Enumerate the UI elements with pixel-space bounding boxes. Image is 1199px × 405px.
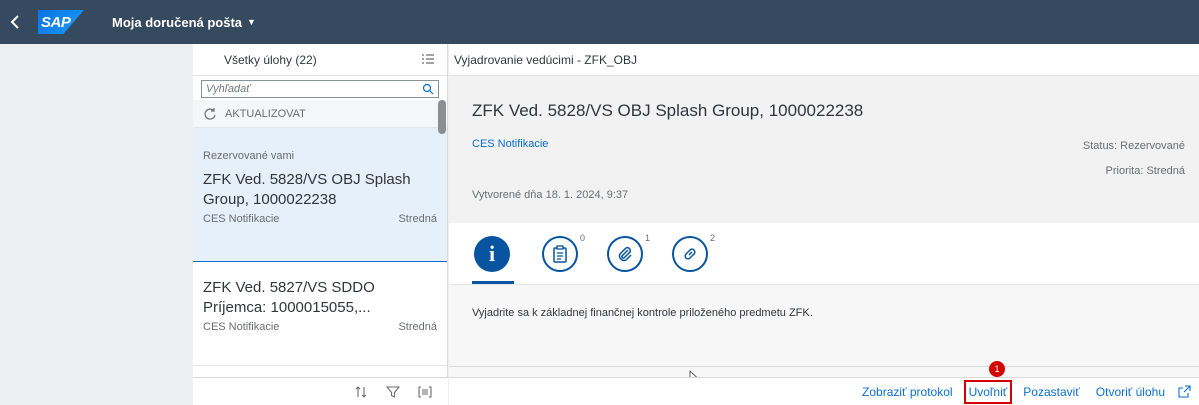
filter-icon[interactable] — [386, 385, 400, 399]
priority-text: Priorita: Stredná — [1105, 165, 1185, 177]
item-title: ZFK Ved. 5828/VS OBJ Splash Group, 10000… — [203, 171, 411, 208]
group-icon[interactable] — [418, 385, 432, 399]
multi-select-icon[interactable] — [421, 53, 435, 67]
icon-tab-bar: i 0 1 2 — [449, 223, 1199, 285]
tab-notes[interactable] — [542, 236, 578, 272]
task-detail-panel: Vyjadrovanie vedúcimi - ZFK_OBJ ZFK Ved.… — [449, 44, 1199, 405]
suspend-button[interactable]: Pozastaviť — [1020, 382, 1083, 402]
task-description: Vyjadrite sa k základnej finančnej kontr… — [472, 307, 813, 319]
list-item[interactable]: Rezervované vami ZFK Ved. 5828/VS OBJ Sp… — [193, 128, 447, 262]
search-placeholder: Vyhľadať — [206, 83, 251, 95]
active-tab-indicator — [472, 281, 514, 284]
tab-attachments[interactable] — [607, 236, 643, 272]
list-item[interactable]: ZFK Ved. 5827/VS SDDO Príjemca: 10000150… — [193, 262, 447, 366]
task-list-header: Všetky úlohy (22) — [193, 44, 447, 76]
task-list-panel: Všetky úlohy (22) Vyhľadať AKTUALIZOVAT … — [193, 44, 448, 405]
release-button[interactable]: Uvoľniť — [963, 379, 1013, 404]
sort-icon[interactable] — [354, 385, 368, 399]
item-priority: Stredná — [398, 213, 437, 225]
tab-info[interactable]: i — [474, 236, 510, 272]
share-icon[interactable] — [1178, 385, 1191, 398]
logo-text: SAP — [41, 13, 71, 31]
show-log-button[interactable]: Zobraziť protokol — [859, 382, 956, 402]
empty-left-area — [0, 44, 193, 405]
tab-links[interactable] — [672, 236, 708, 272]
object-header: ZFK Ved. 5828/VS OBJ Splash Group, 10000… — [449, 76, 1199, 223]
notes-icon — [553, 245, 567, 263]
notes-count: 0 — [580, 233, 586, 243]
created-date: Vytvorené dňa 18. 1. 2024, 9:37 — [472, 189, 629, 201]
item-priority: Stredná — [398, 321, 437, 333]
refresh-label: AKTUALIZOVAT — [225, 107, 306, 120]
shell-bar: SAP Moja doručená pošta ▼ — [0, 0, 1199, 44]
refresh-button[interactable]: AKTUALIZOVAT — [193, 100, 447, 128]
item-category: CES Notifikacie — [203, 213, 280, 225]
attachment-icon — [618, 246, 632, 262]
chevron-left-icon — [10, 15, 19, 29]
task-list-footer — [193, 377, 448, 405]
category-link[interactable]: CES Notifikacie — [472, 138, 548, 150]
app-title-menu[interactable]: Moja doručená pošta ▼ — [112, 15, 256, 30]
task-list-title: Všetky úlohy (22) — [224, 52, 317, 67]
footer-divider — [449, 366, 1199, 367]
status-text: Status: Rezervované — [1082, 140, 1185, 152]
item-category: CES Notifikacie — [203, 321, 280, 333]
search-field[interactable]: Vyhľadať — [201, 80, 439, 98]
item-title: ZFK Ved. 5827/VS SDDO Príjemca: 10000150… — [203, 279, 375, 316]
object-title: ZFK Ved. 5828/VS OBJ Splash Group, 10000… — [472, 101, 864, 120]
reserved-label: Rezervované vami — [203, 150, 295, 162]
attachments-count: 1 — [645, 233, 651, 243]
refresh-icon — [204, 107, 216, 120]
links-count: 2 — [710, 233, 716, 243]
step-badge: 1 — [989, 361, 1005, 377]
back-button[interactable] — [0, 0, 30, 44]
app-title: Moja doručená pošta — [112, 14, 243, 30]
sap-logo[interactable]: SAP — [38, 10, 84, 34]
caret-down-icon: ▼ — [247, 17, 256, 27]
detail-top-title: Vyjadrovanie vedúcimi - ZFK_OBJ — [449, 44, 1199, 76]
link-icon — [684, 248, 696, 260]
search-icon[interactable] — [422, 83, 434, 95]
scrollbar-thumb[interactable] — [438, 100, 446, 134]
description-section: Vyjadrite sa k základnej finančnej kontr… — [449, 285, 1199, 375]
action-footer: 1 Zobraziť protokol Uvoľniť Pozastaviť O… — [449, 361, 1199, 405]
open-task-button[interactable]: Otvoriť úlohu — [1093, 382, 1168, 402]
info-icon: i — [488, 241, 496, 266]
